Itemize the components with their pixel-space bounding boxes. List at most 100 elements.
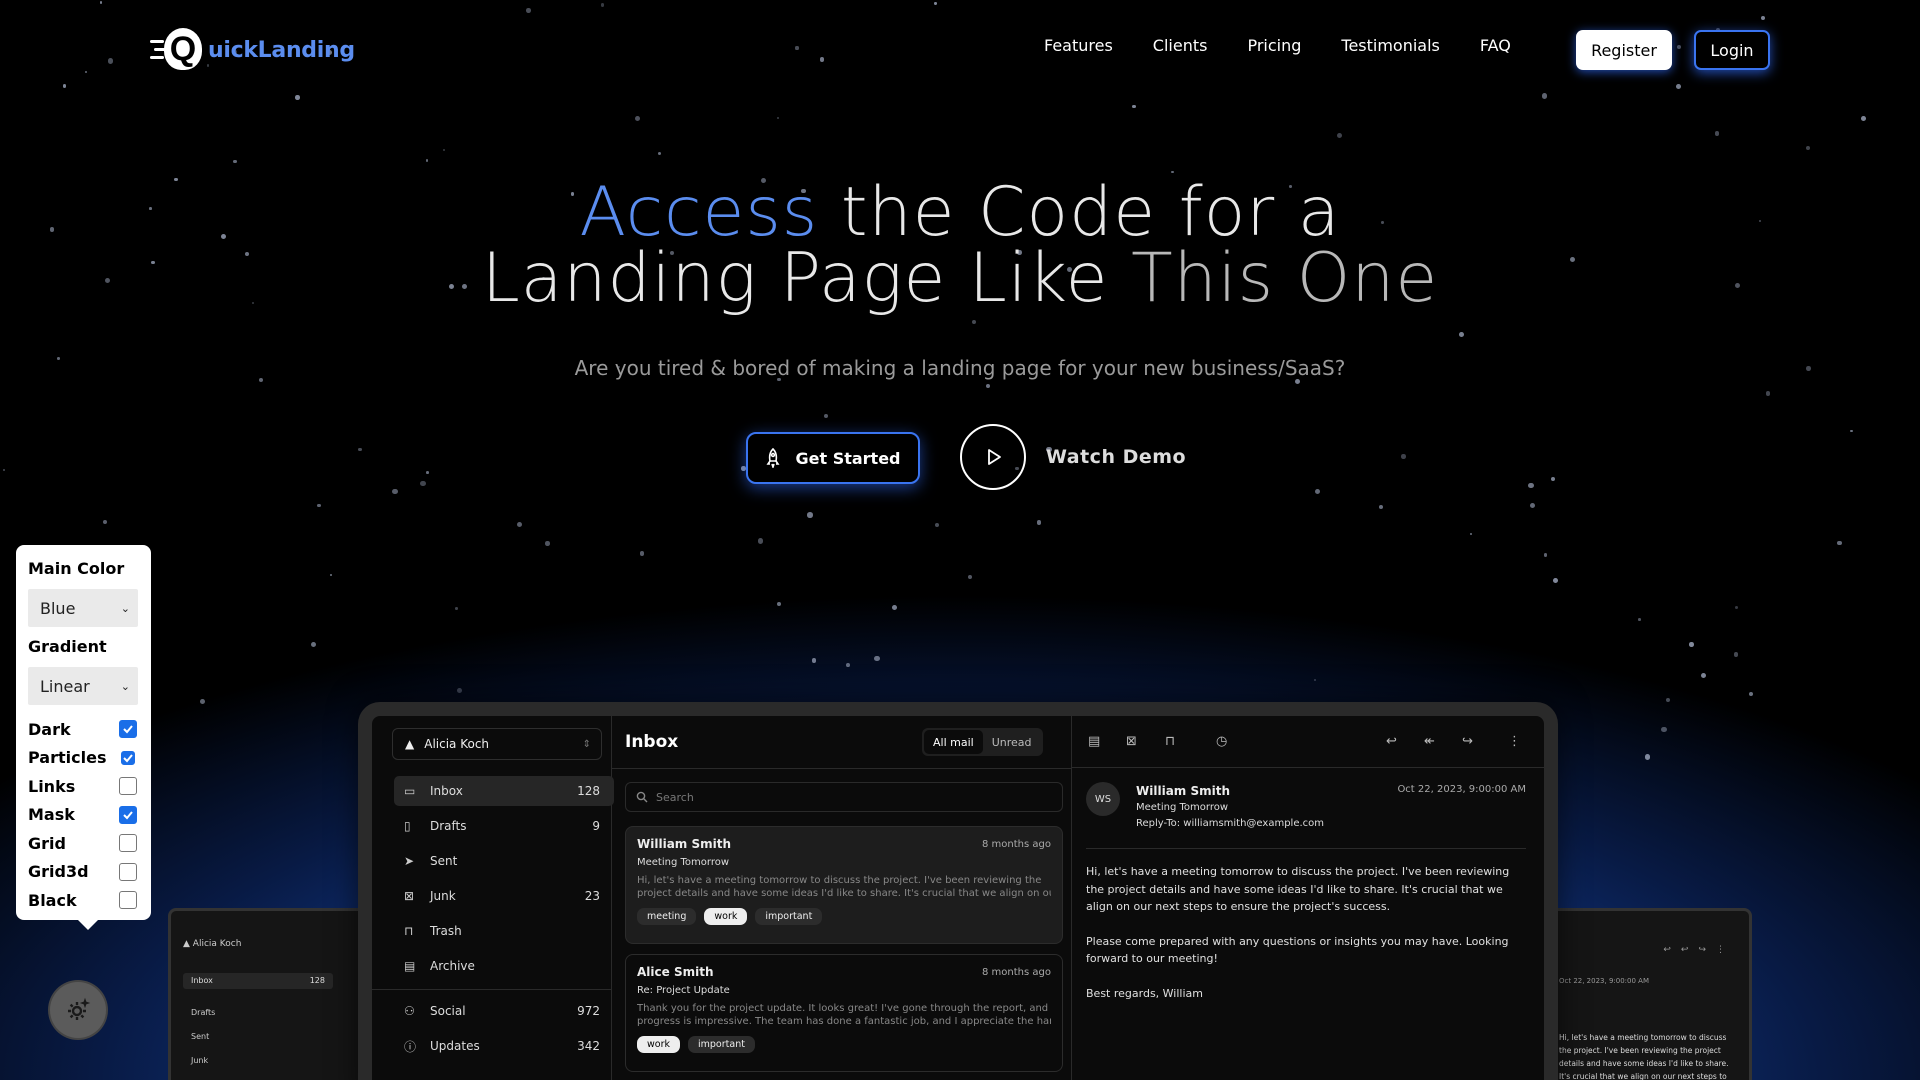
message-subject: Meeting Tomorrow [1136,802,1229,813]
gradient-label: Gradient [28,637,107,656]
particle [757,538,764,544]
gradient-select[interactable]: Linear ⌄ [28,667,138,705]
archive-icon: ▤ [404,959,416,973]
particle [891,604,897,610]
particle [1661,727,1667,733]
particle [329,574,332,577]
forward-icon: ↪ [1462,734,1473,749]
chevron-updown-icon: ⇕ [582,738,591,750]
option-checkbox[interactable] [119,862,137,881]
more-vertical-icon: ⋮ [1508,734,1521,749]
get-started-button[interactable]: Get Started [746,432,920,484]
particle [1837,540,1843,546]
search-icon [636,791,648,803]
particle [1550,476,1555,481]
particle [1313,678,1317,682]
particle [874,655,880,662]
particle [971,320,976,325]
nav-link-clients[interactable]: Clients [1153,36,1208,55]
alert-circle-icon: ⓘ [404,1039,417,1054]
message-reply-to: Reply-To: williamsmith@example.com [1136,818,1325,829]
particle [1378,505,1383,510]
option-label: Particles [28,748,107,768]
rocket-icon [766,448,780,468]
particle [1714,131,1720,136]
top-nav: Q uickLanding Features Clients Pricing T… [0,0,1920,100]
particle [1748,691,1754,697]
particle [1861,115,1866,121]
particle [846,662,851,667]
brand-name: uickLanding [208,37,355,63]
particle [811,658,817,664]
particle [1850,429,1853,433]
particle [634,115,640,121]
folder-inbox: ▭ Inbox 128 [394,776,614,806]
login-button[interactable]: Login [1694,30,1770,70]
settings-toggle-button[interactable] [50,982,106,1038]
hero-title-line2-a: Landing Page Like [481,239,1132,318]
mail-reader: ▤ ⊠ ⊓ ◷ ↩ ↞ ↪ ⋮ WS William Smith Meeting… [1072,716,1544,1080]
play-icon [960,424,1026,490]
particle [1665,697,1671,703]
trash-icon: ⊓ [1165,734,1176,749]
nav-link-features[interactable]: Features [1044,36,1113,55]
particle [1315,489,1321,495]
particle [658,152,662,156]
folder-social: ⚇ Social 972 [404,1004,600,1018]
nav-link-testimonials[interactable]: Testimonials [1341,36,1440,55]
mail-sidebar: ▲ Alicia Koch ⇕ ▭ Inbox 128 ▯ Drafts 9 ➤ Sent… [372,716,614,1080]
account-switcher: ▲ Alicia Koch ⇕ [392,728,602,760]
chevron-down-icon: ⌄ [120,601,130,615]
mail-app-screen: ▲ Alicia Koch ⇕ ▭ Inbox 128 ▯ Drafts 9 ➤ Sent… [372,716,1544,1080]
send-icon: ➤ [404,854,415,868]
particle [1553,578,1558,583]
folder-junk: ⊠ Junk 23 [404,889,600,903]
triangle-logo-icon: ▲ [405,737,415,751]
main-color-select[interactable]: Blue ⌄ [28,589,138,627]
nav-link-pricing[interactable]: Pricing [1247,36,1301,55]
label-chip: important [688,1036,755,1053]
tab-unread: Unread [991,735,1032,749]
app-mockup: ▲ Alicia Koch ⇕ ▭ Inbox 128 ▯ Drafts 9 ➤ Sent… [358,702,1558,1080]
label-chip: work [704,908,748,925]
side-preview-left: ▲ Alicia Koch Inbox 128 Drafts Sent Junk … [168,908,378,1080]
particle [311,642,317,648]
trash-icon: ⊓ [404,924,414,938]
option-checkbox[interactable] [119,891,137,910]
watch-demo-button[interactable]: Watch Demo [960,424,1186,490]
option-checkbox[interactable] [119,720,137,739]
label-chip: work [637,1036,680,1053]
main-color-label: Main Color [28,559,125,578]
option-checkbox[interactable] [121,750,135,765]
mail-item: Alice Smith 8 months ago Re: Project Upd… [625,954,1063,1072]
particle [1700,672,1707,678]
watch-demo-label: Watch Demo [1046,446,1187,468]
particle [776,601,782,607]
particle [1401,454,1406,459]
particle [317,503,321,508]
particle [1765,391,1770,396]
option-checkbox[interactable] [119,777,137,796]
register-button[interactable]: Register [1576,30,1672,70]
option-checkbox[interactable] [119,805,137,824]
particle [426,471,429,475]
particle [1132,104,1137,109]
option-label: Mask [28,805,75,825]
logo[interactable]: Q uickLanding [150,28,355,72]
particle [1543,553,1548,557]
option-dark: Dark [28,715,139,744]
theme-settings-panel: Main Color Blue ⌄ Gradient Linear ⌄ Dark… [16,545,151,930]
nav-link-faq[interactable]: FAQ [1480,36,1511,55]
gear-sparkle-icon [68,997,91,1020]
particle [986,383,991,388]
option-checkbox[interactable] [119,834,137,853]
option-label: Black [28,890,77,910]
particle [233,159,238,164]
archive-icon: ▤ [1088,734,1101,749]
folder-trash: ⊓ Trash [404,924,462,938]
option-label: Links [28,776,76,796]
particle [1529,502,1536,509]
tab-all-mail: All mail [924,730,983,754]
hero-title-line2-b: This One [1131,239,1439,318]
message-body: Hi, let's have a meeting tomorrow to dis… [1086,848,1526,1019]
